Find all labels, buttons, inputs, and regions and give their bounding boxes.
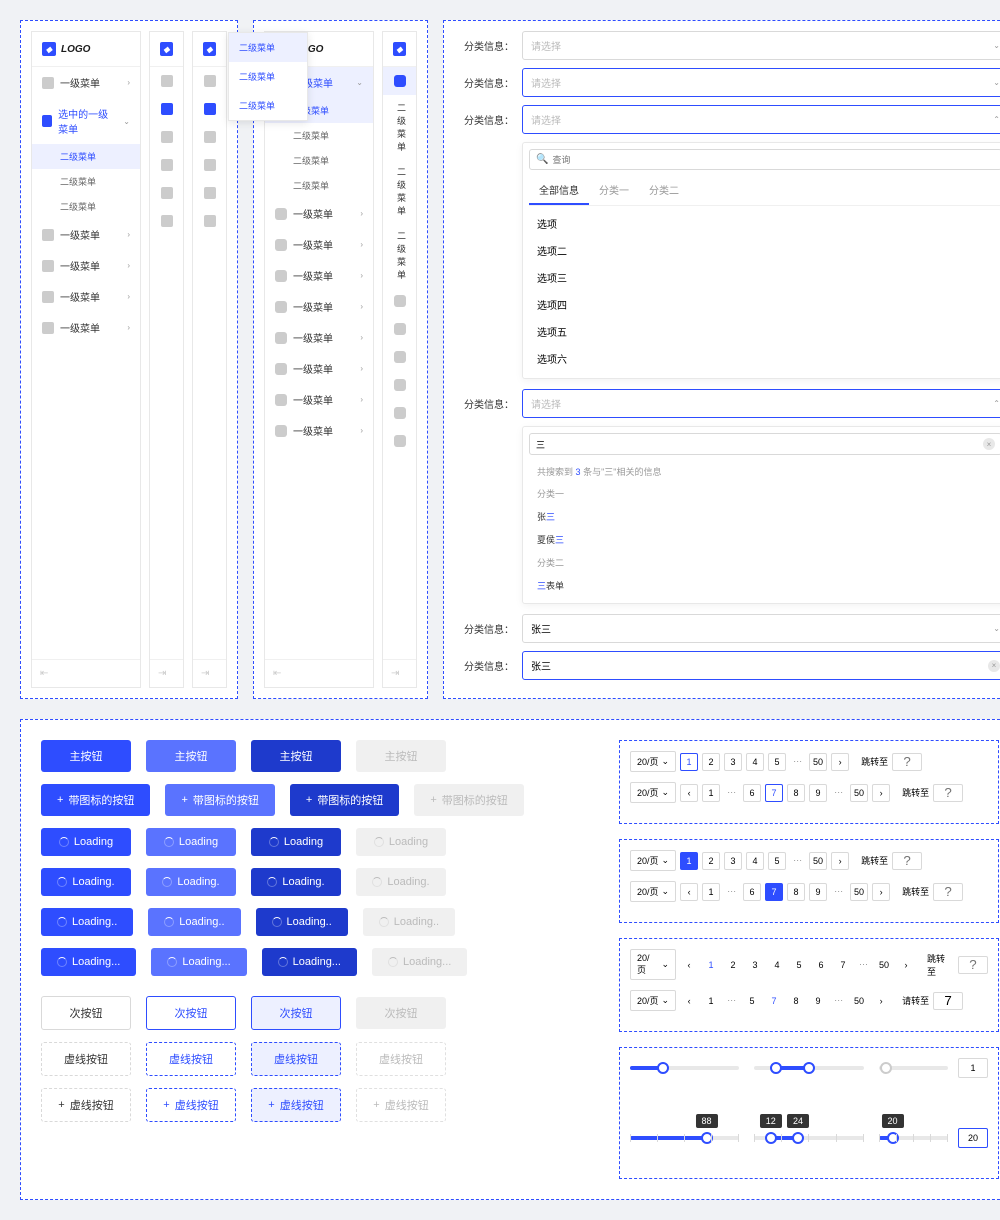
per-page-select[interactable]: 20/页⌄ (630, 751, 676, 772)
select-default[interactable]: 请选择⌄ (522, 31, 1000, 60)
menu-item-selected[interactable]: 选中的一级菜单⌄ (32, 98, 140, 144)
primary-button[interactable]: 主按钮 (41, 740, 131, 772)
menu-icon-active[interactable]: 二级菜单 二级菜单 二级菜单 (193, 95, 226, 123)
menu-icon[interactable] (150, 179, 183, 207)
logo-icon: ◆ (42, 42, 56, 56)
select-open[interactable]: 请选择⌃ (522, 105, 1000, 134)
menu-icon-active[interactable] (383, 67, 416, 95)
tab-cat2[interactable]: 分类二 (639, 176, 689, 205)
option[interactable]: 选项 (529, 210, 1000, 237)
submenu-item[interactable]: 二级菜单 (32, 169, 140, 194)
menu-icon[interactable] (150, 123, 183, 151)
search-results: × 共搜索到 3 条与"三"相关的信息 分类一 张三 夏侯三 分类二 三表单 (522, 426, 1000, 604)
tab-all[interactable]: 全部信息 (529, 176, 589, 205)
tab-cat1[interactable]: 分类一 (589, 176, 639, 205)
loading-button[interactable]: Loading (41, 828, 131, 856)
select-filled-clear[interactable]: 张三× (522, 651, 1000, 680)
menu-item[interactable]: 一级菜单› (32, 219, 140, 250)
primary-button-disabled: 主按钮 (356, 740, 446, 772)
menu-icon[interactable] (150, 151, 183, 179)
menu-item[interactable]: 一级菜单› (32, 312, 140, 343)
clear-icon[interactable]: × (983, 438, 995, 450)
sidebar-flyout: ◆ 二级菜单 二级菜单 二级菜单 ⇥ (192, 31, 227, 688)
page-next[interactable]: › (831, 753, 849, 771)
dashed-button[interactable]: 虚线按钮 (41, 1042, 131, 1076)
menu-item[interactable]: 一级菜单› (32, 250, 140, 281)
flyout-item[interactable]: 二级菜单 (229, 33, 307, 62)
secondary-button[interactable]: 次按钮 (41, 996, 131, 1030)
logo: ◆LOGO (32, 32, 140, 67)
primary-button-active[interactable]: 主按钮 (251, 740, 341, 772)
submenu-item[interactable]: 二级菜单 (32, 194, 140, 219)
menu-icon[interactable] (150, 67, 183, 95)
select-searching[interactable]: 请选择⌃ (522, 389, 1000, 418)
flyout-item[interactable]: 二级菜单 (229, 62, 307, 91)
dropdown-panel: 🔍 全部信息 分类一 分类二 选项 选项二 选项三 选项四 选项五 选项六 (522, 142, 1000, 379)
menu-item[interactable]: 一级菜单› (32, 281, 140, 312)
page-1[interactable]: 1 (680, 753, 698, 771)
menu-icon[interactable] (150, 207, 183, 235)
select-hover[interactable]: 请选择⌄ (522, 68, 1000, 97)
slider-input[interactable] (958, 1058, 988, 1078)
select-filled[interactable]: 张三⌄ (522, 614, 1000, 643)
sidebar-long: ◆LOGO 一级菜单⌄ 二级菜单 二级菜单 二级菜单 二级菜单 一级菜单› 一级… (264, 31, 374, 688)
clear-icon[interactable]: × (988, 660, 1000, 672)
submenu-item-active[interactable]: 二级菜单 (32, 144, 140, 169)
slider[interactable] (630, 1066, 739, 1070)
menu-item[interactable]: 一级菜单› (32, 67, 140, 98)
expand-icon[interactable]: ⇥ (150, 659, 183, 687)
collapse-icon[interactable]: ⇤ (32, 659, 140, 687)
logo-icon: ◆ (150, 32, 183, 67)
sidebar-collapsed: ◆ ⇥ (149, 31, 184, 688)
dropdown-search[interactable]: 🔍 (529, 149, 1000, 170)
jump-input[interactable] (892, 753, 922, 771)
primary-button-hover[interactable]: 主按钮 (146, 740, 236, 772)
sidebar-expanded: ◆LOGO 一级菜单› 选中的一级菜单⌄ 二级菜单 二级菜单 二级菜单 一级菜单… (31, 31, 141, 688)
flyout-menu: 二级菜单 二级菜单 二级菜单 (228, 32, 308, 121)
search-icon: 🔍 (536, 154, 548, 165)
menu-icon-active[interactable] (150, 95, 183, 123)
icon-button[interactable]: + 带图标的按钮 (41, 784, 150, 816)
flyout-item[interactable]: 二级菜单 (229, 91, 307, 120)
pagination-1: 20/页⌄ 1 2 3 4 5 ⋯ 50 › 跳转至 (630, 751, 988, 772)
